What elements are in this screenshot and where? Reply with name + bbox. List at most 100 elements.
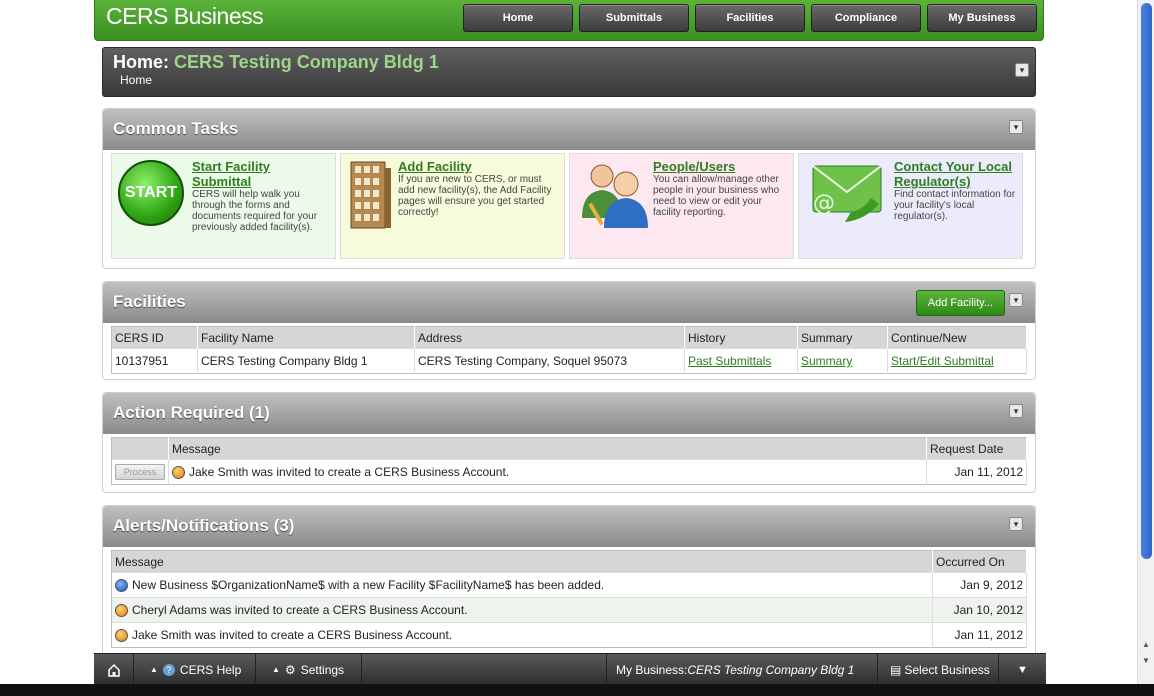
cell-occurred-on: Jan 11, 2012 — [932, 622, 1027, 648]
col-alert-message: Message — [111, 550, 933, 573]
col-occurred-on: Occurred On — [932, 550, 1027, 573]
alerts-panel: Alerts/Notifications (3) ▾ Message Occur… — [102, 505, 1036, 665]
contact-regulator-link[interactable]: Contact Your Local Regulator(s) — [894, 159, 1019, 189]
caret-up-icon: ▲ — [150, 665, 158, 674]
col-facility-name: Facility Name — [197, 326, 415, 349]
my-business-indicator: My Business: CERS Testing Company Bldg 1 — [606, 654, 878, 685]
common-tasks-panel: Common Tasks ▾ START Start Facility Subm… — [102, 108, 1036, 269]
table-row: 10137951 CERS Testing Company Bldg 1 CER… — [111, 348, 1027, 374]
collapse-tasks-icon[interactable]: ▾ — [1009, 120, 1023, 134]
task-start-submittal[interactable]: START Start Facility Submittal CERS will… — [111, 153, 336, 259]
facilities-table: CERS ID Facility Name Address History Su… — [111, 326, 1027, 374]
cell-request-date: Jan 11, 2012 — [926, 459, 1027, 485]
cell-alert-message: New Business $OrganizationName$ with a n… — [111, 572, 933, 598]
action-table-header: Message Request Date — [111, 437, 1027, 460]
add-facility-link[interactable]: Add Facility — [398, 159, 472, 174]
cell-process: Process — [111, 459, 169, 485]
cell-alert-message: Cheryl Adams was invited to create a CER… — [111, 597, 933, 623]
start-submittal-desc: CERS will help walk you through the form… — [192, 189, 318, 233]
cers-help-button[interactable]: ▲ ? CERS Help — [134, 654, 256, 685]
start-edit-submittal-link[interactable]: Start/Edit Submittal — [891, 354, 994, 368]
nav-compliance-button[interactable]: Compliance — [811, 4, 921, 32]
collapse-actions-icon[interactable]: ▾ — [1009, 404, 1023, 418]
table-row: Process Jake Smith was invited to create… — [111, 459, 1027, 485]
cell-occurred-on: Jan 9, 2012 — [932, 572, 1027, 598]
help-icon: ? — [162, 663, 175, 676]
window-bottom-edge — [0, 684, 1154, 696]
alerts-table: Message Occurred On New Business $Organi… — [111, 550, 1027, 648]
people-icon — [582, 164, 648, 228]
col-message: Message — [168, 437, 927, 460]
alert-message: Jake Smith was invited to create a CERS … — [132, 627, 453, 642]
blue-status-icon — [115, 579, 128, 593]
cell-occurred-on: Jan 10, 2012 — [932, 597, 1027, 623]
nav-submittals-button[interactable]: Submittals — [579, 4, 689, 32]
cell-facility-name: CERS Testing Company Bldg 1 — [197, 348, 415, 374]
process-button[interactable]: Process — [115, 464, 165, 480]
add-facility-button[interactable]: Add Facility... — [915, 290, 1005, 316]
col-address: Address — [414, 326, 685, 349]
alert-message: New Business $OrganizationName$ with a n… — [132, 577, 605, 592]
cell-continue: Start/Edit Submittal — [887, 348, 1027, 374]
col-summary: Summary — [797, 326, 888, 349]
settings-button[interactable]: ▲ ⚙ Settings — [256, 654, 362, 685]
orange-status-icon — [115, 629, 128, 643]
scroll-up-arrow-icon[interactable]: ▲ — [1142, 640, 1150, 649]
cers-help-label: CERS Help — [179, 662, 242, 677]
svg-text:@: @ — [813, 191, 835, 216]
contact-regulator-desc: Find contact information for your facili… — [894, 189, 1016, 222]
table-row: Cheryl Adams was invited to create a CER… — [111, 597, 1027, 623]
nav-my-business-button[interactable]: My Business — [927, 4, 1037, 32]
my-business-label: My Business: — [616, 662, 688, 677]
vertical-scrollbar[interactable]: ▲ ▼ — [1137, 0, 1154, 684]
brand-logo[interactable]: CERS Business — [106, 3, 264, 30]
action-required-title: Action Required (1) — [113, 403, 270, 422]
cell-cers-id: 10137951 — [111, 348, 198, 374]
select-business-label: Select Business — [904, 662, 990, 677]
breadcrumb: Home — [120, 73, 153, 87]
page-title: Home: CERS Testing Company Bldg 1 — [113, 52, 439, 73]
my-business-name: CERS Testing Company Bldg 1 — [687, 662, 855, 677]
envelope-phone-icon: @ — [812, 165, 882, 222]
nav-facilities-button[interactable]: Facilities — [695, 4, 805, 32]
col-request-date: Request Date — [926, 437, 1027, 460]
double-chevron-down-icon: ▼ — [1017, 663, 1028, 676]
facilities-panel: Facilities Add Facility... ▾ CERS ID Fac… — [102, 281, 1036, 380]
collapse-header-icon[interactable]: ▾ — [1015, 63, 1029, 77]
page-title-facility: CERS Testing Company Bldg 1 — [174, 52, 439, 72]
cell-history: Past Submittals — [684, 348, 798, 374]
page-title-prefix: Home: — [113, 52, 175, 72]
collapse-alerts-icon[interactable]: ▾ — [1009, 517, 1023, 531]
home-icon — [107, 663, 120, 677]
scroll-down-arrow-icon[interactable]: ▼ — [1142, 656, 1150, 665]
start-label: START — [124, 184, 178, 201]
collapse-facilities-icon[interactable]: ▾ — [1009, 293, 1023, 307]
facilities-title: Facilities — [113, 292, 186, 311]
task-add-facility[interactable]: Add Facility If you are new to CERS, or … — [340, 153, 565, 259]
past-submittals-link[interactable]: Past Submittals — [688, 354, 771, 368]
page-header: Home: CERS Testing Company Bldg 1 Home ▾ — [102, 47, 1036, 97]
cell-message: Jake Smith was invited to create a CERS … — [168, 459, 927, 485]
nav-home-button[interactable]: Home — [463, 4, 573, 32]
building-icon — [350, 161, 391, 229]
task-people-users[interactable]: People/Users You can allow/manage other … — [569, 153, 794, 259]
scrollbar-thumb[interactable] — [1141, 3, 1152, 559]
summary-link[interactable]: Summary — [801, 354, 852, 368]
add-facility-desc: If you are new to CERS, or must add new … — [398, 174, 552, 218]
top-nav-bar: CERS Business Home Submittals Facilities… — [94, 0, 1044, 41]
people-users-link[interactable]: People/Users — [653, 159, 735, 174]
expand-toolbar-button[interactable]: ▼ — [999, 654, 1046, 685]
select-business-button[interactable]: ▤ Select Business — [878, 654, 999, 685]
col-action — [111, 437, 169, 460]
col-cers-id: CERS ID — [111, 326, 198, 349]
start-icon[interactable]: START — [118, 160, 184, 226]
alerts-title: Alerts/Notifications (3) — [113, 516, 295, 535]
home-button[interactable] — [94, 654, 134, 685]
col-history: History — [684, 326, 798, 349]
common-tasks-title: Common Tasks — [113, 119, 239, 138]
table-row: New Business $OrganizationName$ with a n… — [111, 572, 1027, 598]
start-submittal-link[interactable]: Start Facility Submittal — [192, 159, 302, 189]
bottom-toolbar: ▲ ? CERS Help ▲ ⚙ Settings My Business: … — [94, 653, 1046, 685]
task-contact-regulator[interactable]: @ Contact Your Local Regulator(s) Find c… — [798, 153, 1023, 259]
col-continue: Continue/New — [887, 326, 1027, 349]
